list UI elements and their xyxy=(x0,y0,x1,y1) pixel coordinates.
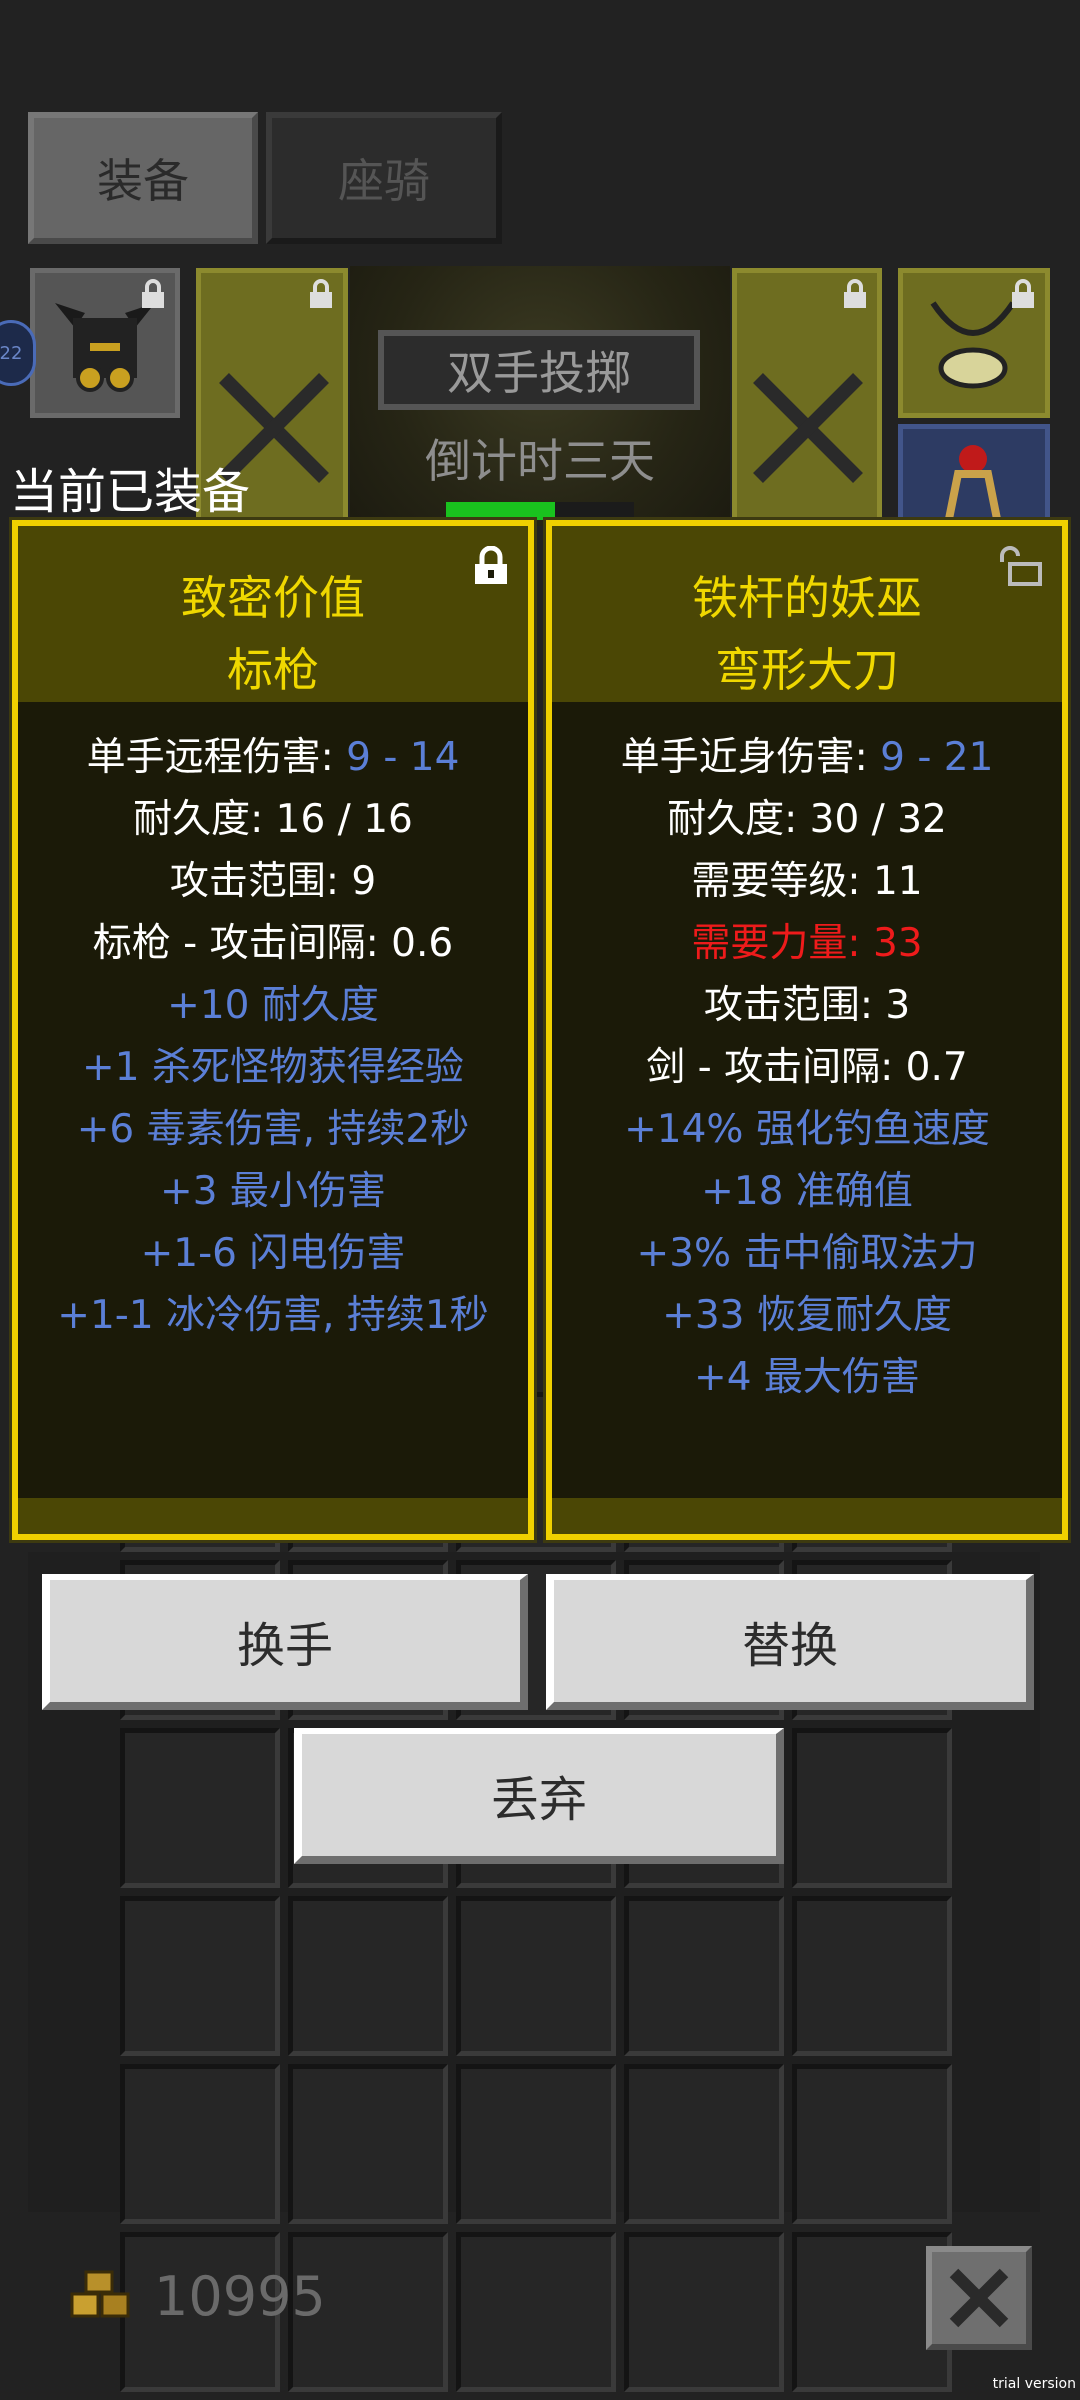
item-stat: 剑 - 攻击间隔: 0.7 xyxy=(646,1045,968,1090)
helmet-slot[interactable] xyxy=(30,268,180,418)
inventory-slot[interactable] xyxy=(288,1896,448,2056)
item-name: 致密价值 xyxy=(181,571,365,625)
item-stat: +1-1 冰冷伤害, 持续1秒 xyxy=(57,1293,489,1338)
item-footer xyxy=(552,1498,1062,1534)
item-stat: +3% 击中偷取法力 xyxy=(636,1231,978,1276)
tab-mount[interactable]: 座骑 xyxy=(266,112,502,244)
inventory-slot[interactable] xyxy=(120,1896,280,2056)
inventory-slot[interactable] xyxy=(624,2064,784,2224)
inventory-slot[interactable] xyxy=(624,1896,784,2056)
inventory-slot[interactable] xyxy=(792,2064,952,2224)
inventory-slot[interactable] xyxy=(120,1728,280,1888)
level-badge: 22 xyxy=(0,320,36,386)
item-stat: +6 毒素伤害, 持续2秒 xyxy=(76,1107,470,1152)
item-stat: +33 恢复耐久度 xyxy=(662,1293,952,1338)
tab-equipment[interactable]: 装备 xyxy=(28,112,258,244)
inventory-slot[interactable] xyxy=(456,2064,616,2224)
armor-slot[interactable] xyxy=(898,424,1050,534)
item-type: 标枪 xyxy=(227,643,319,697)
inventory-slot[interactable] xyxy=(120,2064,280,2224)
trial-watermark: trial version xyxy=(992,2376,1076,2392)
item-stat: +4 最大伤害 xyxy=(694,1355,920,1400)
crossed-weapons-icon xyxy=(753,373,863,483)
item-stat: 耐久度: 30 / 32 xyxy=(667,797,947,842)
inventory-slot[interactable] xyxy=(792,1896,952,2056)
amulet-slot[interactable] xyxy=(898,268,1050,418)
inventory-slot[interactable] xyxy=(456,1896,616,2056)
item-stat: 攻击范围: 9 xyxy=(169,859,377,904)
item-stat: 单手近身伤害: 9 - 21 xyxy=(620,735,994,780)
replace-button[interactable]: 替换 xyxy=(546,1574,1034,1710)
close-icon xyxy=(949,2268,1009,2328)
item-stat: 耐久度: 16 / 16 xyxy=(133,797,413,842)
countdown-fill xyxy=(446,502,555,520)
close-button[interactable] xyxy=(926,2246,1032,2350)
item-stat: 攻击范围: 3 xyxy=(703,983,911,1028)
armor-icon xyxy=(944,445,1002,525)
equipped-item-panel: 致密价值 标枪 单手远程伤害: 9 - 14 耐久度: 16 / 16 攻击范围: … xyxy=(9,517,537,1543)
item-footer xyxy=(18,1498,528,1534)
lock-icon xyxy=(310,279,332,308)
swap-hand-button[interactable]: 换手 xyxy=(42,1574,528,1710)
gold-coins-icon xyxy=(70,2270,130,2318)
right-hand-slot[interactable] xyxy=(732,268,882,530)
equipped-label: 当前已装备 xyxy=(10,464,251,520)
item-stat: +14% 强化钓鱼速度 xyxy=(624,1107,990,1152)
candidate-item-panel: 铁杆的妖巫 弯形大刀 单手近身伤害: 9 - 21 耐久度: 30 / 32 需要等… xyxy=(543,517,1071,1543)
discard-button[interactable]: 丢弃 xyxy=(294,1728,784,1864)
lock-open-icon[interactable] xyxy=(996,546,1044,586)
stance-label: 双手投掷 xyxy=(378,330,700,410)
gold-amount: 10995 xyxy=(154,2265,326,2328)
item-stat: 标枪 - 攻击间隔: 0.6 xyxy=(92,921,454,966)
inventory-slot[interactable] xyxy=(792,1728,952,1888)
item-type: 弯形大刀 xyxy=(715,643,899,697)
item-stat: +1-6 闪电伤害 xyxy=(140,1231,406,1276)
lock-closed-icon[interactable] xyxy=(472,546,510,586)
lock-icon xyxy=(844,279,866,308)
item-stat: +10 耐久度 xyxy=(167,983,379,1028)
item-stat: 单手远程伤害: 9 - 14 xyxy=(86,735,460,780)
inventory-slot[interactable] xyxy=(624,2232,784,2392)
item-name: 铁杆的妖巫 xyxy=(692,571,922,625)
item-stat: 需要等级: 11 xyxy=(691,859,923,904)
item-stat: 需要力量: 33 xyxy=(691,921,923,966)
item-stat: +3 最小伤害 xyxy=(160,1169,386,1214)
lock-icon xyxy=(1012,279,1034,308)
countdown-text: 倒计时三天 xyxy=(425,434,655,488)
inventory-slot[interactable] xyxy=(456,2232,616,2392)
inventory-slot[interactable] xyxy=(288,2064,448,2224)
item-stat: +18 准确值 xyxy=(701,1169,913,1214)
lock-icon xyxy=(142,279,164,308)
item-stat: +1 杀死怪物获得经验 xyxy=(82,1045,464,1090)
